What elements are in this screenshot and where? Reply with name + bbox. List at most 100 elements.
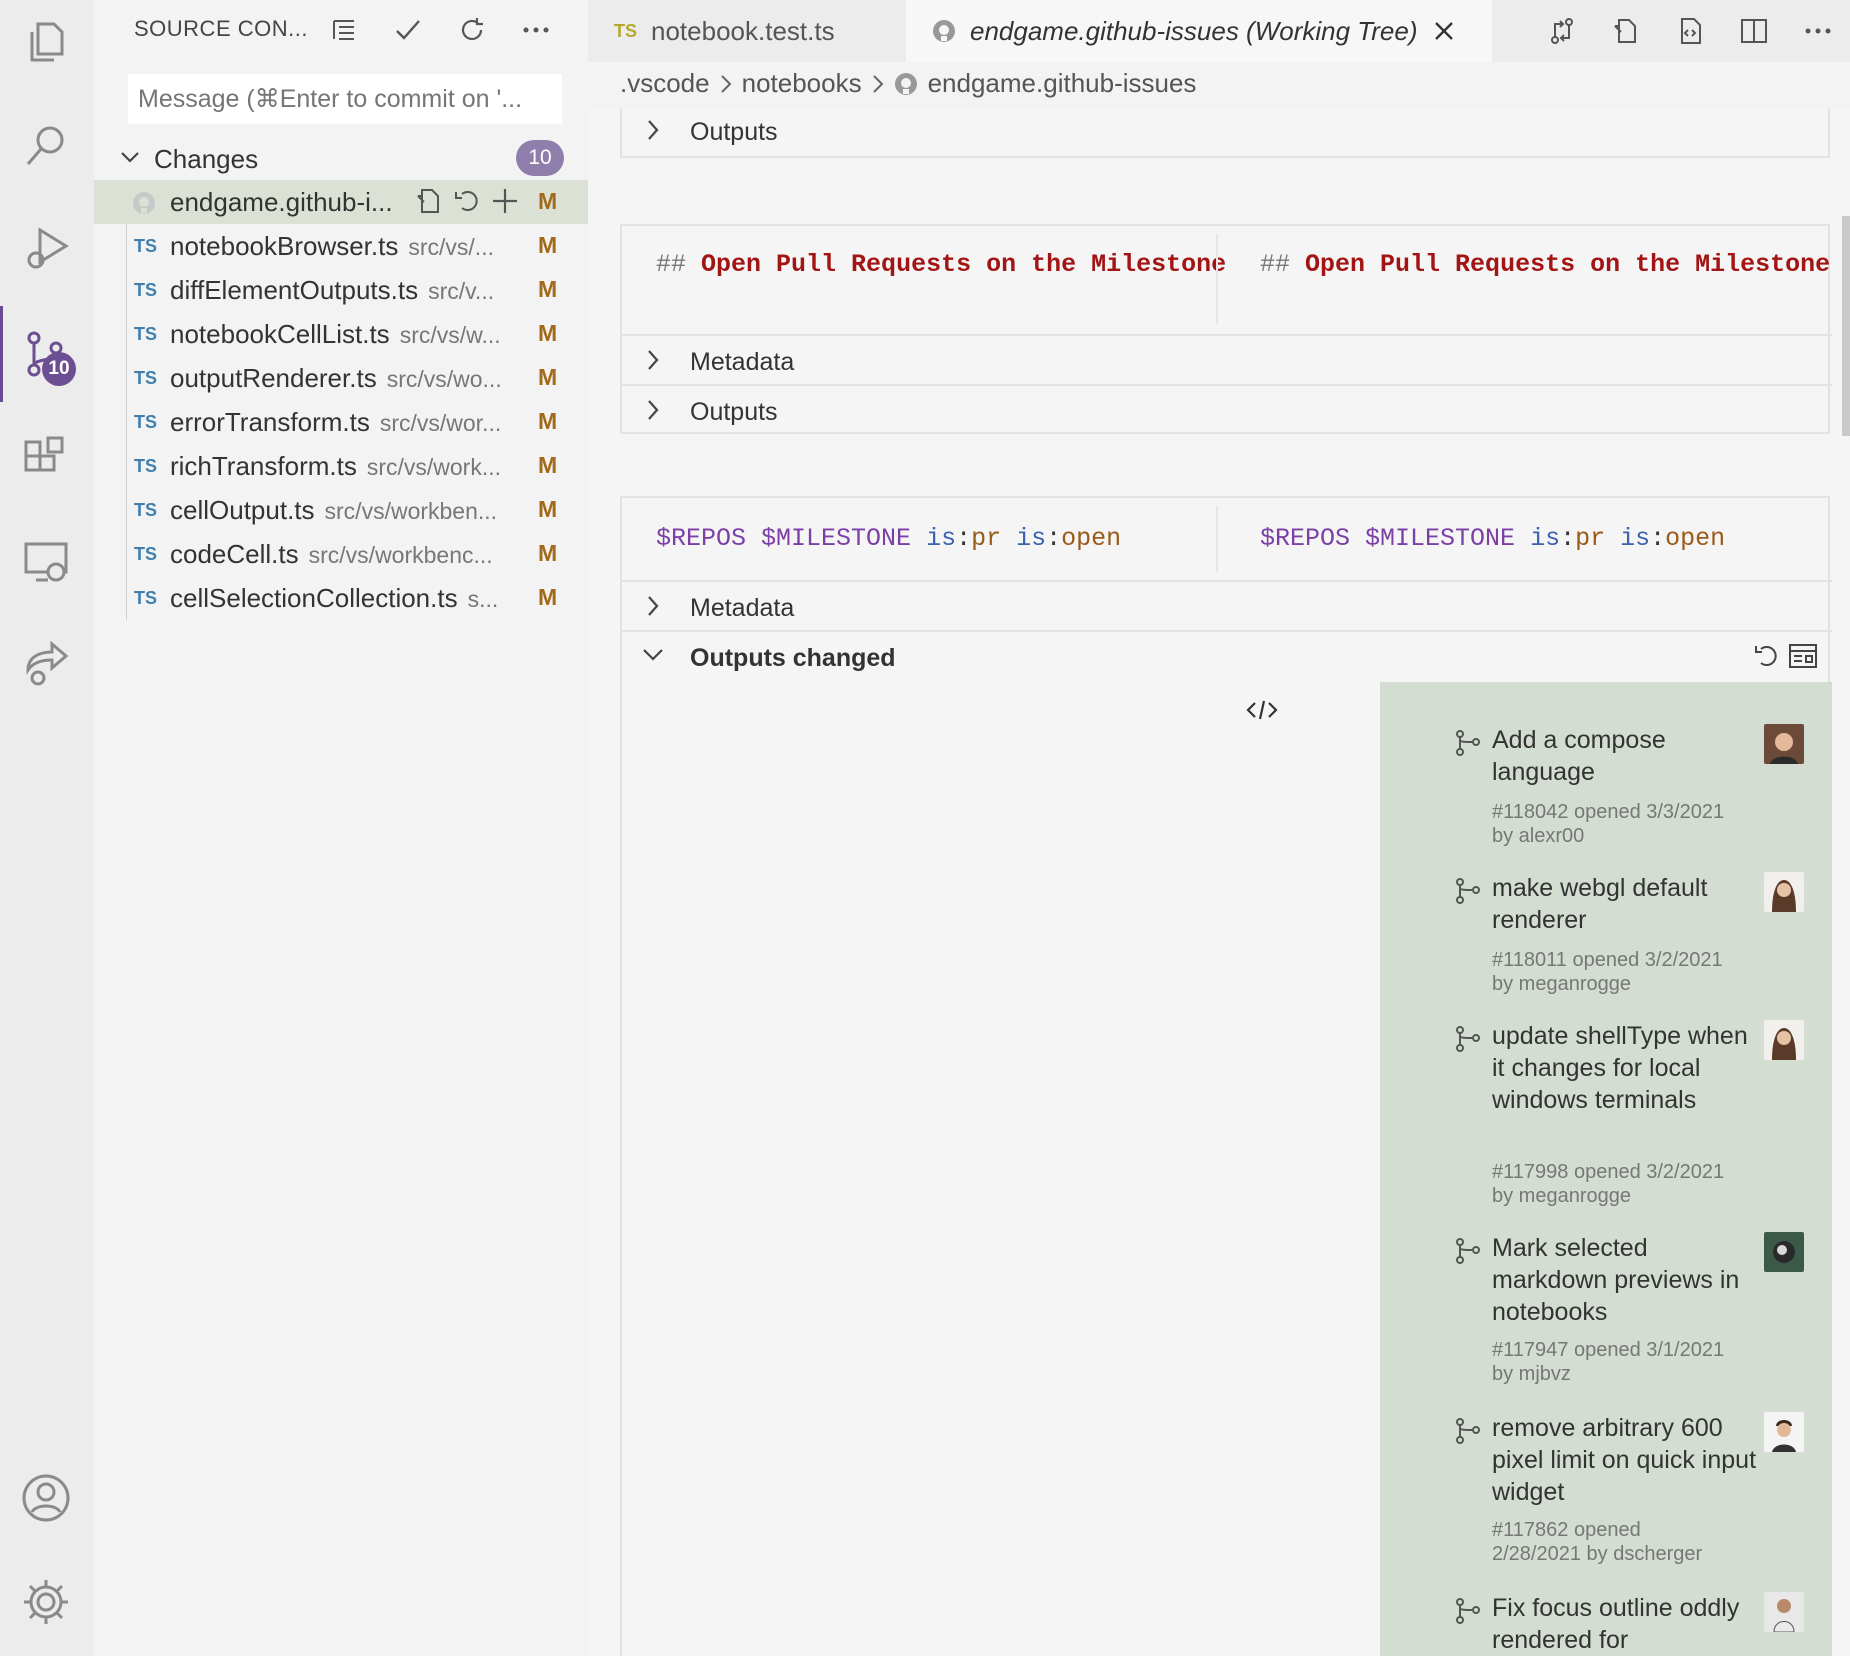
- markdown-modified[interactable]: ## Open Pull Requests on the Milestone: [1260, 250, 1830, 279]
- code-brackets-icon[interactable]: [1246, 698, 1278, 722]
- output-renderer-icon[interactable]: [1788, 642, 1818, 670]
- avatar: [1764, 1592, 1804, 1632]
- changed-file-row[interactable]: TS notebookCellList.ts src/vs/w... M: [94, 312, 588, 356]
- avatar: [1764, 1232, 1804, 1272]
- chevron-down-icon: [120, 150, 140, 164]
- pr-title[interactable]: Mark selected markdown previews in noteb…: [1492, 1232, 1762, 1328]
- file-path: src/vs/wor...: [379, 410, 502, 436]
- pr-title[interactable]: update shellType when it changes for loc…: [1492, 1020, 1762, 1116]
- commit-check-icon[interactable]: [388, 10, 428, 50]
- chevron-right-icon: [646, 118, 660, 142]
- pull-request-item[interactable]: make webgl default renderer #118011 open…: [1454, 872, 1804, 1012]
- discard-changes-icon[interactable]: [452, 186, 482, 216]
- scm-count-badge: 10: [42, 352, 76, 386]
- pr-meta: #117947 opened 3/1/2021 by mjbvz: [1492, 1339, 1725, 1385]
- pr-title[interactable]: Add a compose language: [1492, 724, 1762, 788]
- file-status: M: [538, 232, 558, 258]
- file-name: cellSelectionCollection.ts: [170, 583, 458, 613]
- editor-tab-bar: TS notebook.test.ts endgame.github-issue…: [588, 0, 1850, 62]
- file-name: errorTransform.ts: [170, 407, 370, 437]
- column-divider: [1216, 506, 1218, 572]
- diff-cell-markdown: ## Open Pull Requests on the Milestone #…: [620, 224, 1832, 434]
- pr-meta: #118011 opened 3/2/2021 by meganrogge: [1492, 949, 1723, 995]
- query-original[interactable]: $REPOS $MILESTONE is:pr is:open: [656, 524, 1121, 553]
- file-path: src/v...: [428, 278, 495, 304]
- file-name: notebookBrowser.ts: [170, 231, 399, 261]
- typescript-icon: TS: [134, 500, 158, 520]
- changed-file-row[interactable]: TS richTransform.ts src/vs/work... M: [94, 444, 588, 488]
- metadata-fold-row[interactable]: Metadata: [622, 334, 1832, 384]
- more-actions-icon[interactable]: [1796, 10, 1840, 52]
- open-file-icon[interactable]: [414, 186, 444, 216]
- file-name: cellOutput.ts: [170, 495, 315, 525]
- revert-icon[interactable]: [1752, 642, 1780, 670]
- changed-file-row[interactable]: TS codeCell.ts src/vs/workbenc... M: [94, 532, 588, 576]
- rendered-output-panel: Add a compose language #118042 opened 3/…: [1380, 682, 1832, 1656]
- file-name: endgame.github-i...: [170, 187, 393, 217]
- split-editor-icon[interactable]: [1732, 10, 1776, 52]
- view-as-tree-icon[interactable]: [324, 10, 364, 50]
- changed-file-row[interactable]: TS cellSelectionCollection.ts s... M: [94, 576, 588, 620]
- run-debug-icon[interactable]: [18, 220, 74, 276]
- breadcrumb-item[interactable]: notebooks: [742, 68, 862, 99]
- show-source-icon[interactable]: [1668, 10, 1712, 52]
- query-modified[interactable]: $REPOS $MILESTONE is:pr is:open: [1260, 524, 1725, 553]
- chevron-right-icon: [720, 74, 732, 94]
- search-icon[interactable]: [18, 118, 74, 174]
- file-status: M: [538, 188, 558, 214]
- pull-request-item[interactable]: Add a compose language #118042 opened 3/…: [1454, 724, 1804, 864]
- explorer-icon[interactable]: [18, 14, 74, 70]
- pr-title[interactable]: remove arbitrary 600 pixel limit on quic…: [1492, 1412, 1762, 1508]
- changed-file-row[interactable]: TS cellOutput.ts src/vs/workben... M: [94, 488, 588, 532]
- changed-file-row[interactable]: TS notebookBrowser.ts src/vs/... M: [94, 224, 588, 268]
- typescript-icon: TS: [134, 324, 158, 344]
- tab-notebook-test[interactable]: TS notebook.test.ts: [588, 0, 906, 62]
- markdown-original[interactable]: ## Open Pull Requests on the Milestone: [656, 250, 1226, 279]
- pull-request-item[interactable]: update shellType when it changes for loc…: [1454, 1020, 1804, 1220]
- changes-group-header[interactable]: Changes 10: [94, 140, 588, 180]
- stage-changes-icon[interactable]: [490, 186, 520, 216]
- pr-title[interactable]: Fix focus outline oddly rendered for: [1492, 1592, 1762, 1656]
- settings-gear-icon[interactable]: [18, 1574, 74, 1630]
- avatar: [1764, 724, 1804, 764]
- file-name: notebookCellList.ts: [170, 319, 390, 349]
- tab-endgame-working-tree[interactable]: endgame.github-issues (Working Tree): [906, 0, 1492, 62]
- editor-scrollbar[interactable]: [1842, 216, 1850, 436]
- pr-title[interactable]: make webgl default renderer: [1492, 872, 1762, 936]
- breadcrumb-item[interactable]: .vscode: [620, 68, 710, 99]
- close-icon[interactable]: [1433, 20, 1455, 42]
- changed-file-row[interactable]: TS errorTransform.ts src/vs/wor... M: [94, 400, 588, 444]
- typescript-icon: TS: [134, 456, 158, 476]
- sidebar-title: SOURCE CON...: [134, 16, 308, 41]
- github-icon: [894, 72, 918, 96]
- tab-label: notebook.test.ts: [651, 15, 835, 46]
- typescript-icon: TS: [134, 368, 158, 388]
- metadata-fold-row[interactable]: Metadata: [622, 580, 1832, 630]
- remote-explorer-icon[interactable]: [18, 534, 74, 590]
- commit-message-input[interactable]: [128, 74, 562, 124]
- outputs-fold-row[interactable]: Outputs: [622, 108, 1832, 156]
- pull-request-item[interactable]: Mark selected markdown previews in noteb…: [1454, 1232, 1804, 1392]
- file-status: M: [538, 364, 558, 390]
- outputs-changed-fold-row[interactable]: Outputs changed: [622, 630, 1832, 680]
- pull-request-item[interactable]: remove arbitrary 600 pixel limit on quic…: [1454, 1412, 1804, 1572]
- open-changes-icon[interactable]: [1540, 10, 1584, 52]
- diff-cell-code: $REPOS $MILESTONE is:pr is:open $REPOS $…: [620, 496, 1832, 1656]
- more-actions-icon[interactable]: [516, 10, 556, 50]
- chevron-down-icon: [642, 648, 664, 662]
- notebook-diff-editor: Outputs ## Open Pull Requests on the Mil…: [588, 108, 1850, 1656]
- file-name: richTransform.ts: [170, 451, 357, 481]
- extensions-icon[interactable]: [18, 430, 74, 486]
- refresh-icon[interactable]: [452, 10, 492, 50]
- open-file-icon[interactable]: [1604, 10, 1648, 52]
- changed-file-row[interactable]: TS diffElementOutputs.ts src/v... M: [94, 268, 588, 312]
- typescript-icon: TS: [134, 280, 158, 300]
- live-share-icon[interactable]: [18, 636, 74, 692]
- outputs-fold-row[interactable]: Outputs: [622, 384, 1832, 434]
- pull-request-icon: [1454, 876, 1482, 906]
- breadcrumb-item[interactable]: endgame.github-issues: [928, 68, 1197, 99]
- pull-request-item[interactable]: Fix focus outline oddly rendered for: [1454, 1592, 1804, 1656]
- changed-file-row[interactable]: TS outputRenderer.ts src/vs/wo... M: [94, 356, 588, 400]
- accounts-icon[interactable]: [18, 1470, 74, 1526]
- changed-file-row[interactable]: endgame.github-i... M: [94, 180, 588, 224]
